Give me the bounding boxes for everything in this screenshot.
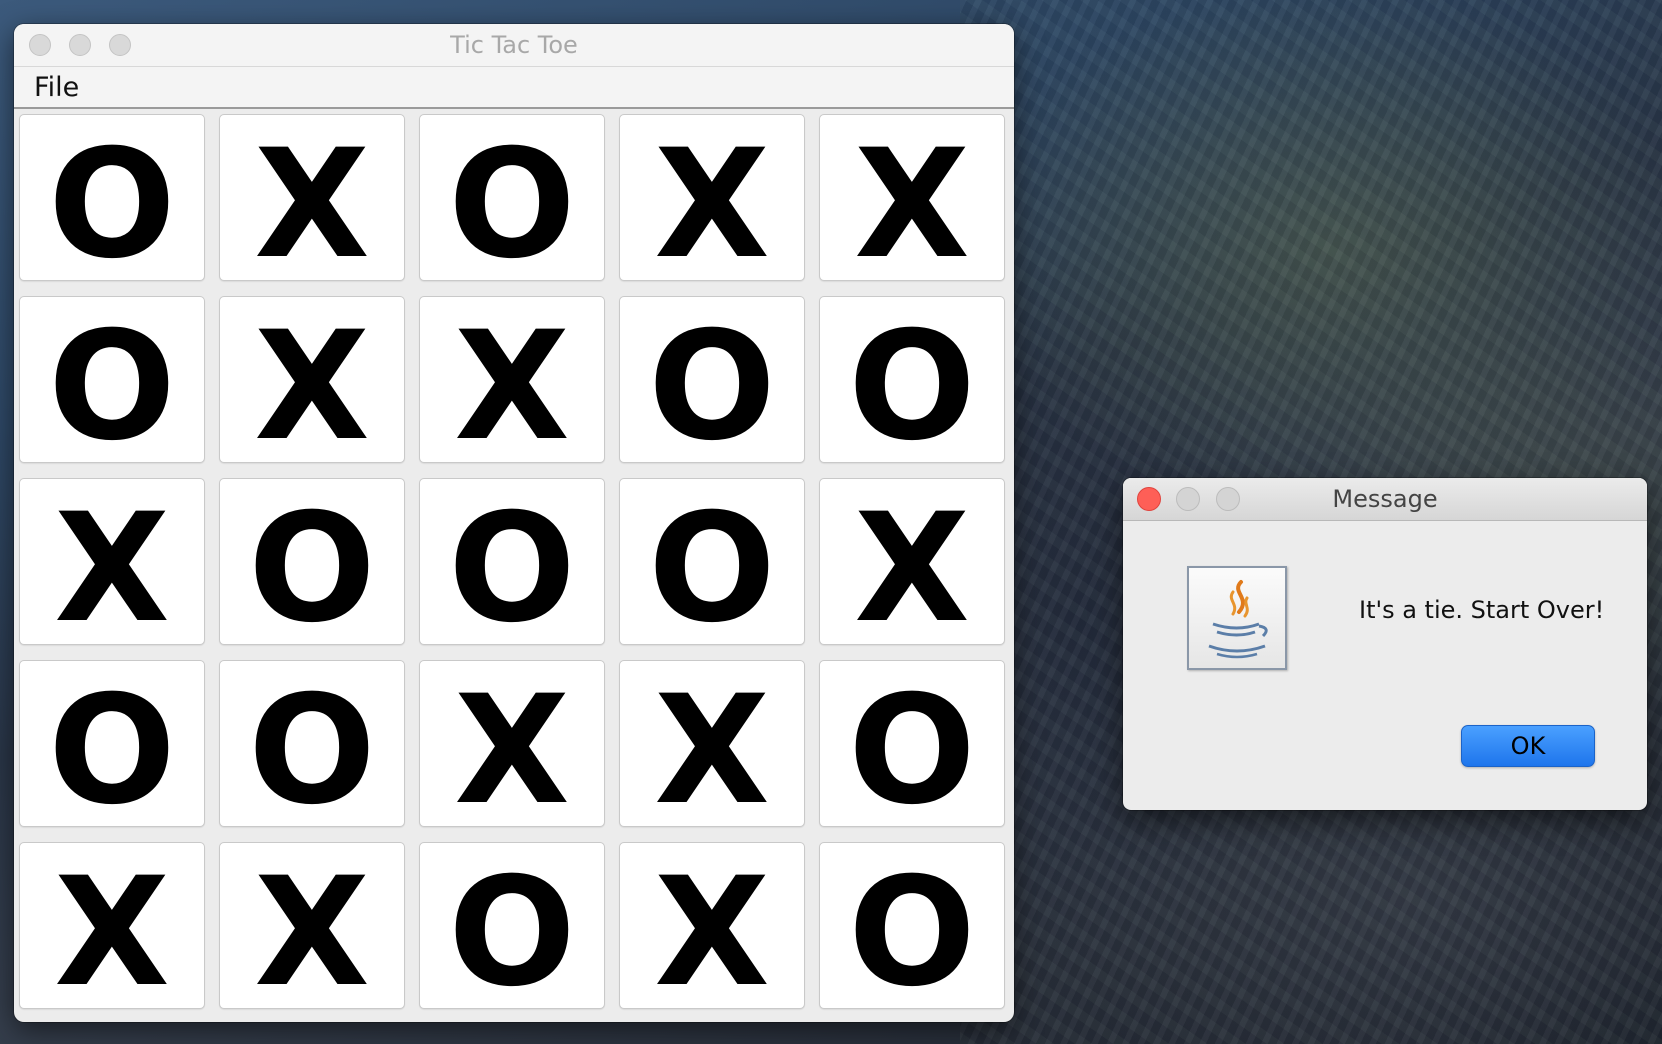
board-cell-r5-c2[interactable]: X <box>219 842 405 1009</box>
board-cell-r2-c1[interactable]: O <box>19 296 205 463</box>
ok-button[interactable]: OK <box>1461 725 1595 767</box>
board-cell-r1-c1[interactable]: O <box>19 114 205 281</box>
board-cell-r4-c4[interactable]: X <box>619 660 805 827</box>
menu-file[interactable]: File <box>32 67 81 109</box>
cell-mark: O <box>448 846 576 1009</box>
board-cell-r1-c2[interactable]: X <box>219 114 405 281</box>
cell-mark: X <box>54 846 170 1009</box>
cell-mark: O <box>448 482 576 645</box>
dialog-title: Message <box>1332 485 1438 513</box>
cell-mark: X <box>54 482 170 645</box>
board-cell-r4-c2[interactable]: O <box>219 660 405 827</box>
board-cell-r1-c3[interactable]: O <box>419 114 605 281</box>
cell-mark: X <box>854 118 970 281</box>
menu-bar: File <box>14 67 1014 109</box>
cell-mark: O <box>248 664 376 827</box>
board-cell-r3-c5[interactable]: X <box>819 478 1005 645</box>
board-cell-r3-c2[interactable]: O <box>219 478 405 645</box>
window-title: Tic Tac Toe <box>450 31 578 59</box>
cell-mark: X <box>654 846 770 1009</box>
board-cell-r1-c5[interactable]: X <box>819 114 1005 281</box>
dialog-titlebar[interactable]: Message <box>1123 478 1647 521</box>
board-cell-r2-c2[interactable]: X <box>219 296 405 463</box>
cell-mark: O <box>848 664 976 827</box>
board-cell-r4-c5[interactable]: O <box>819 660 1005 827</box>
cell-mark: X <box>654 118 770 281</box>
board-cell-r2-c4[interactable]: O <box>619 296 805 463</box>
board-cell-r3-c4[interactable]: O <box>619 478 805 645</box>
board-cell-r5-c5[interactable]: O <box>819 842 1005 1009</box>
board-cell-r5-c3[interactable]: O <box>419 842 605 1009</box>
cell-mark: X <box>254 300 370 463</box>
cell-mark: X <box>854 482 970 645</box>
board-cell-r1-c4[interactable]: X <box>619 114 805 281</box>
cell-mark: O <box>48 664 176 827</box>
board-cell-r5-c1[interactable]: X <box>19 842 205 1009</box>
cell-mark: O <box>848 300 976 463</box>
cell-mark: O <box>848 846 976 1009</box>
cell-mark: X <box>454 300 570 463</box>
cell-mark: O <box>448 118 576 281</box>
board-cell-r3-c1[interactable]: X <box>19 478 205 645</box>
cell-mark: O <box>648 300 776 463</box>
message-dialog: Message It's a tie. Start Over! OK <box>1123 478 1647 810</box>
tic-tac-toe-window: Tic Tac Toe File OXOXXOXXOOXOOOXOOXXOXXO… <box>14 24 1014 1022</box>
cell-mark: X <box>254 118 370 281</box>
java-coffee-cup-icon <box>1187 566 1287 670</box>
board-cell-r5-c4[interactable]: X <box>619 842 805 1009</box>
board-cell-r3-c3[interactable]: O <box>419 478 605 645</box>
board-cell-r4-c3[interactable]: X <box>419 660 605 827</box>
cell-mark: O <box>248 482 376 645</box>
cell-mark: X <box>454 664 570 827</box>
cell-mark: X <box>654 664 770 827</box>
board-cell-r2-c3[interactable]: X <box>419 296 605 463</box>
cell-mark: X <box>254 846 370 1009</box>
board-cell-r2-c5[interactable]: O <box>819 296 1005 463</box>
cell-mark: O <box>48 300 176 463</box>
window-titlebar[interactable]: Tic Tac Toe <box>14 24 1014 67</box>
dialog-message: It's a tie. Start Over! <box>1359 596 1605 624</box>
cell-mark: O <box>48 118 176 281</box>
board-cell-r4-c1[interactable]: O <box>19 660 205 827</box>
cell-mark: O <box>648 482 776 645</box>
